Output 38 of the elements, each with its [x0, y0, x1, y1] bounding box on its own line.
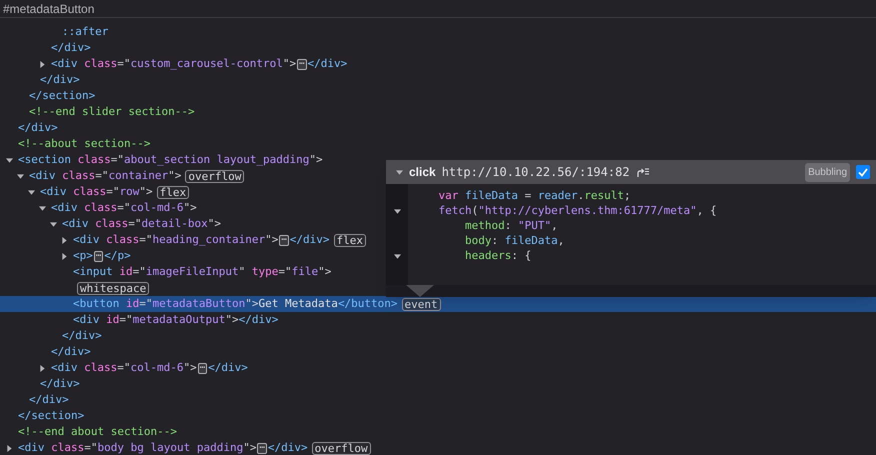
closing-tag: </section>: [18, 408, 84, 424]
markup-text: <p>: [73, 248, 93, 264]
markup-text: </div>: [308, 56, 348, 72]
markup-text: <!--about section-->: [18, 136, 150, 152]
markup-text: <div class="body bg layout padding">: [18, 440, 256, 455]
markup-text: <div class="container">: [29, 168, 182, 184]
code-text: method: "PUT",: [464, 218, 558, 234]
closing-tag: </div>: [51, 40, 91, 56]
markup-text: <section class="about_section layout_padding">: [18, 152, 323, 168]
closing-tag: </div>: [40, 376, 80, 392]
markup-text: <!--end slider section-->: [29, 104, 195, 120]
closing-tag: </div>: [29, 392, 69, 408]
markup-text: <div id="metadataOutput"></div>: [73, 312, 278, 328]
markup-text: <div class="custom_carousel-control">: [51, 56, 296, 72]
markup-text: <input id="imageFileInput" type="file">: [73, 264, 332, 280]
markup-text: </div>: [268, 440, 308, 455]
markup-text: <div class="col-md-6">: [51, 200, 197, 216]
markup-text: </div>: [208, 360, 248, 376]
breadcrumb: #metadataButton: [3, 0, 94, 18]
closing-tag: </div>: [40, 72, 80, 88]
markup-text: <button id="metadataButton">Get Metadata</button>: [73, 296, 398, 312]
event-phase-badge: Bubbling: [805, 162, 850, 182]
markup-text: <div class="detail-box">: [62, 216, 221, 232]
markup-text: ::after: [62, 24, 108, 40]
markup-text: <div class="heading_container">: [73, 232, 278, 248]
closing-tag: </div>: [18, 120, 58, 136]
markup-text: <div class="row">: [40, 184, 153, 200]
markup-text: <!--end about section-->: [18, 424, 177, 440]
code-text: fetch("http://cyberlens.thm:61777/meta", {: [437, 203, 717, 220]
code-text: var fileData = reader.result;: [437, 188, 631, 204]
closing-tag: </div>: [62, 328, 102, 344]
code-text: headers: {: [464, 248, 532, 264]
code-text: body: fileData,: [464, 233, 564, 250]
markup-text: <div class="col-md-6">: [51, 360, 197, 376]
closing-tag: </section>: [29, 88, 96, 104]
markup-text: </div>: [290, 232, 330, 248]
closing-tag: </div>: [51, 344, 91, 360]
markup-text: </p>: [104, 248, 131, 264]
